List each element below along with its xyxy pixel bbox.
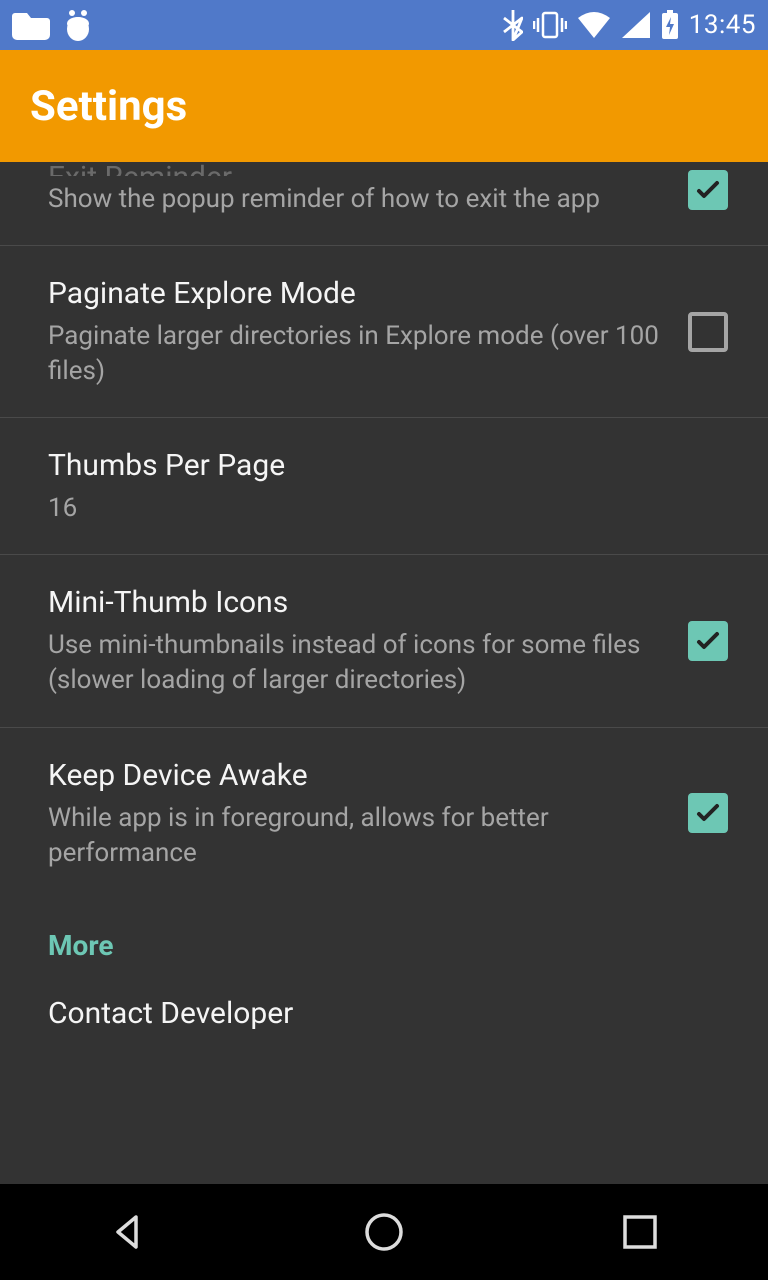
checkbox-exit-reminder[interactable] xyxy=(688,170,728,210)
vibrate-icon xyxy=(533,11,567,39)
checkbox-paginate-explore[interactable] xyxy=(688,312,728,352)
recent-icon xyxy=(621,1213,659,1251)
app-bar: Settings xyxy=(0,50,768,162)
setting-contact-developer[interactable]: Contact Developer xyxy=(0,978,768,1061)
setting-title: Thumbs Per Page xyxy=(48,446,708,485)
check-icon xyxy=(693,626,723,656)
setting-paginate-explore[interactable]: Paginate Explore Mode Paginate larger di… xyxy=(0,246,768,418)
setting-text: Mini-Thumb Icons Use mini-thumbnails ins… xyxy=(48,583,688,698)
nav-back-button[interactable] xyxy=(88,1192,168,1272)
setting-subtitle: While app is in foreground, allows for b… xyxy=(48,801,668,871)
setting-text: Keep Device Awake While app is in foregr… xyxy=(48,756,688,871)
settings-list[interactable]: Exit Reminder Show the popup reminder of… xyxy=(0,162,768,1184)
bluetooth-icon xyxy=(503,9,523,41)
setting-subtitle: Paginate larger directories in Explore m… xyxy=(48,319,668,389)
section-more: More xyxy=(0,899,768,978)
status-right: 13:45 xyxy=(503,9,756,41)
setting-title: Paginate Explore Mode xyxy=(48,274,668,313)
setting-mini-thumb[interactable]: Mini-Thumb Icons Use mini-thumbnails ins… xyxy=(0,555,768,727)
setting-keep-awake[interactable]: Keep Device Awake While app is in foregr… xyxy=(0,728,768,899)
setting-title: Mini-Thumb Icons xyxy=(48,583,668,622)
navigation-bar xyxy=(0,1184,768,1280)
folder-icon xyxy=(12,10,50,40)
status-time: 13:45 xyxy=(689,10,756,40)
setting-text: Exit Reminder Show the popup reminder of… xyxy=(48,162,688,217)
status-bar: 13:45 xyxy=(0,0,768,50)
setting-title: Keep Device Awake xyxy=(48,756,668,795)
battery-charging-icon xyxy=(661,10,679,40)
setting-exit-reminder[interactable]: Exit Reminder Show the popup reminder of… xyxy=(0,162,768,246)
check-icon xyxy=(693,175,723,205)
usb-debug-icon xyxy=(65,8,91,42)
home-icon xyxy=(362,1210,406,1254)
page-title: Settings xyxy=(30,82,187,131)
checkbox-mini-thumb[interactable] xyxy=(688,621,728,661)
setting-title: Contact Developer xyxy=(48,996,720,1031)
status-left xyxy=(12,8,91,42)
setting-text: Thumbs Per Page 16 xyxy=(48,446,728,526)
setting-subtitle: Use mini-thumbnails instead of icons for… xyxy=(48,628,668,698)
setting-thumbs-per-page[interactable]: Thumbs Per Page 16 xyxy=(0,418,768,555)
back-icon xyxy=(108,1212,148,1252)
checkbox-keep-awake[interactable] xyxy=(688,793,728,833)
setting-value: 16 xyxy=(48,491,708,526)
cell-signal-icon xyxy=(621,11,651,39)
setting-text: Paginate Explore Mode Paginate larger di… xyxy=(48,274,688,389)
nav-home-button[interactable] xyxy=(344,1192,424,1272)
check-icon xyxy=(693,798,723,828)
setting-subtitle: Show the popup reminder of how to exit t… xyxy=(48,182,668,217)
setting-title: Exit Reminder xyxy=(48,162,668,176)
nav-recent-button[interactable] xyxy=(600,1192,680,1272)
wifi-icon xyxy=(577,11,611,39)
